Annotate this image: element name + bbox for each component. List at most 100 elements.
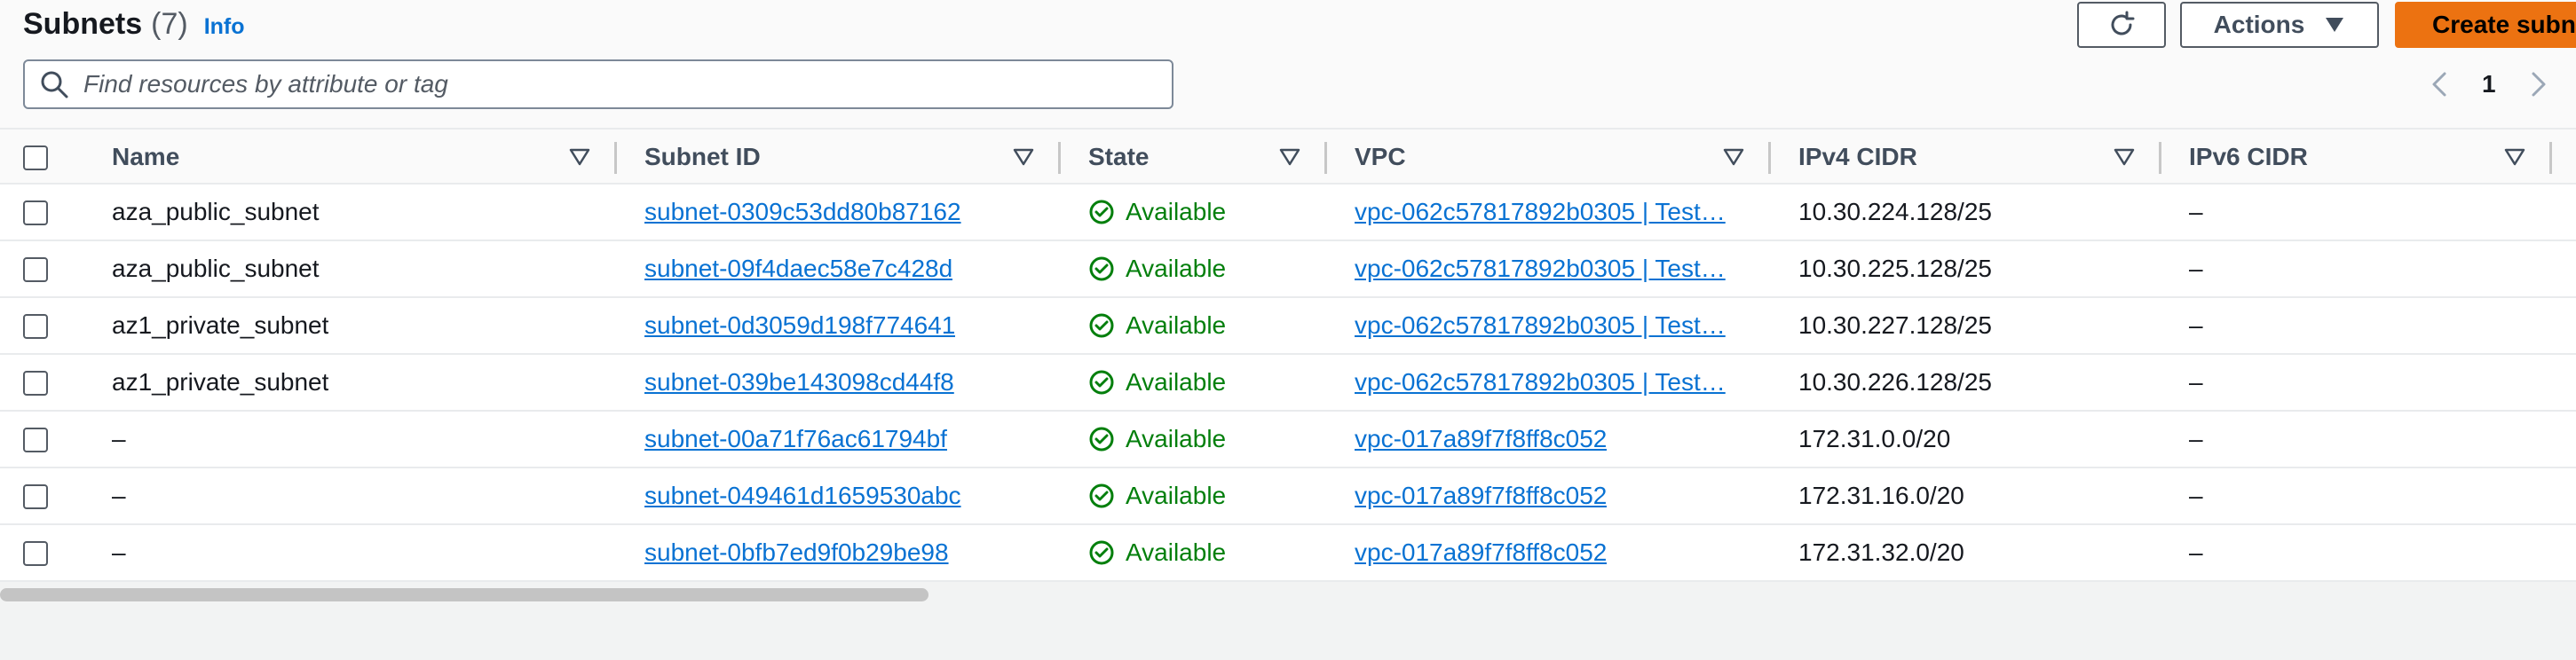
subnet-id-link[interactable]: subnet-00a71f76ac61794bf [644, 412, 947, 467]
table-row[interactable]: aza_public_subnet subnet-0309c53dd80b871… [0, 185, 2576, 241]
subnets-header: Subnets (7) Info Actions Create subnet [0, 0, 2576, 128]
status-check-icon [1089, 370, 1114, 395]
vpc-link[interactable]: vpc-062c57817892b0305 | Test… [1355, 241, 1742, 296]
subnet-count: (7) [151, 7, 188, 41]
horizontal-scrollbar[interactable] [0, 588, 928, 601]
vpc-link[interactable]: vpc-062c57817892b0305 | Test… [1355, 355, 1742, 410]
ipv6-cidr: – [2189, 425, 2203, 452]
column-divider[interactable] [2159, 142, 2161, 174]
next-page-button[interactable] [2525, 62, 2551, 106]
subnet-id-link[interactable]: subnet-039be143098cd44f8 [644, 355, 954, 410]
column-divider[interactable] [1324, 142, 1327, 174]
subnet-state: Available [1088, 468, 1226, 523]
chevron-right-icon [2532, 72, 2546, 97]
column-header-ipv4-cidr[interactable]: IPv4 CIDR [1798, 130, 1917, 185]
state-label: Available [1126, 368, 1227, 396]
column-divider[interactable] [1768, 142, 1771, 174]
column-divider[interactable] [1058, 142, 1061, 174]
row-checkbox[interactable] [23, 541, 48, 566]
previous-page-button[interactable] [2427, 62, 2454, 106]
subnet-state: Available [1088, 241, 1226, 296]
sort-icon[interactable] [1012, 145, 1035, 168]
subnet-state: Available [1088, 185, 1226, 240]
ipv4-cidr: 172.31.32.0/20 [1798, 538, 1964, 566]
column-header-name[interactable]: Name [112, 130, 179, 185]
vpc-link[interactable]: vpc-062c57817892b0305 | Test… [1355, 298, 1742, 353]
subnet-id-link[interactable]: subnet-049461d1659530abc [644, 468, 961, 523]
subnet-id-link[interactable]: subnet-0309c53dd80b87162 [644, 185, 961, 240]
create-subnet-label: Create subnet [2432, 11, 2576, 38]
table-header: Name Subnet ID State VPC IPv4 CIDR IPv6 … [0, 128, 2576, 185]
subnet-state: Available [1088, 298, 1226, 353]
column-header-state[interactable]: State [1088, 130, 1149, 185]
sort-icon[interactable] [2503, 145, 2526, 168]
refresh-icon [2111, 11, 2135, 35]
ipv4-cidr: 172.31.16.0/20 [1798, 482, 1964, 509]
vpc-link[interactable]: vpc-017a89f7f8ff8c052 [1355, 412, 1607, 467]
select-all-checkbox[interactable] [23, 145, 48, 170]
actions-button[interactable]: Actions [2180, 2, 2379, 48]
page-number[interactable]: 1 [2482, 62, 2496, 106]
column-divider[interactable] [2549, 142, 2552, 174]
column-header-ipv6-cidr[interactable]: IPv6 CIDR [2189, 130, 2308, 185]
row-checkbox[interactable] [23, 257, 48, 282]
ipv6-cidr: – [2189, 482, 2203, 509]
row-checkbox[interactable] [23, 428, 48, 452]
refresh-button[interactable] [2077, 2, 2166, 48]
status-check-icon [1089, 540, 1114, 565]
table-row[interactable]: – subnet-0bfb7ed9f0b29be98 Available vpc… [0, 525, 2576, 582]
search-input[interactable] [83, 70, 1131, 98]
ipv4-cidr: 172.31.0.0/20 [1798, 425, 1951, 452]
search-icon [41, 71, 68, 98]
column-header-vpc[interactable]: VPC [1355, 130, 1406, 185]
create-subnet-button[interactable]: Create subnet [2395, 2, 2576, 48]
subnet-name: – [112, 425, 126, 452]
column-header-subnet-id[interactable]: Subnet ID [644, 130, 761, 185]
search-bar[interactable] [23, 59, 1173, 109]
table-row[interactable]: aza_public_subnet subnet-09f4daec58e7c42… [0, 241, 2576, 298]
subnet-id-link[interactable]: subnet-09f4daec58e7c428d [644, 241, 952, 296]
state-label: Available [1126, 538, 1227, 566]
ipv4-cidr: 10.30.226.128/25 [1798, 368, 1992, 396]
state-label: Available [1126, 425, 1227, 452]
table-row[interactable]: – subnet-049461d1659530abc Available vpc… [0, 468, 2576, 525]
subnet-id-link[interactable]: subnet-0d3059d198f774641 [644, 298, 955, 353]
state-label: Available [1126, 482, 1227, 509]
row-checkbox[interactable] [23, 314, 48, 339]
subnet-id-link[interactable]: subnet-0bfb7ed9f0b29be98 [644, 525, 949, 580]
table-row[interactable]: – subnet-00a71f76ac61794bf Available vpc… [0, 412, 2576, 468]
subnet-name: az1_private_subnet [112, 368, 329, 396]
vpc-link[interactable]: vpc-017a89f7f8ff8c052 [1355, 525, 1607, 580]
row-checkbox[interactable] [23, 200, 48, 225]
ipv4-cidr: 10.30.227.128/25 [1798, 311, 1992, 339]
sort-icon[interactable] [1278, 145, 1301, 168]
ipv6-cidr: – [2189, 368, 2203, 396]
caret-down-icon [2326, 18, 2344, 32]
subnet-name: aza_public_subnet [112, 198, 320, 225]
ipv4-cidr: 10.30.225.128/25 [1798, 255, 1992, 282]
column-divider[interactable] [614, 142, 617, 174]
subnet-state: Available [1088, 412, 1226, 467]
subnet-state: Available [1088, 355, 1226, 410]
subnet-state: Available [1088, 525, 1226, 580]
sort-icon[interactable] [2113, 145, 2136, 168]
row-checkbox[interactable] [23, 484, 48, 509]
state-label: Available [1126, 198, 1227, 225]
sort-icon[interactable] [568, 145, 591, 168]
table-row[interactable]: az1_private_subnet subnet-0d3059d198f774… [0, 298, 2576, 355]
table-row[interactable]: az1_private_subnet subnet-039be143098cd4… [0, 355, 2576, 412]
sort-icon[interactable] [1722, 145, 1745, 168]
subnet-name: – [112, 538, 126, 566]
subnet-name: aza_public_subnet [112, 255, 320, 282]
row-checkbox[interactable] [23, 371, 48, 396]
subnet-name: az1_private_subnet [112, 311, 329, 339]
title-text: Subnets [23, 7, 143, 41]
info-link[interactable]: Info [204, 14, 245, 40]
vpc-link[interactable]: vpc-062c57817892b0305 | Test… [1355, 185, 1742, 240]
vpc-link[interactable]: vpc-017a89f7f8ff8c052 [1355, 468, 1607, 523]
status-check-icon [1089, 313, 1114, 338]
ipv6-cidr: – [2189, 255, 2203, 282]
page-title: Subnets (7) Info [23, 7, 245, 48]
subnets-page: Subnets (7) Info Actions Create subnet [0, 0, 2576, 660]
actions-label: Actions [2213, 11, 2305, 38]
